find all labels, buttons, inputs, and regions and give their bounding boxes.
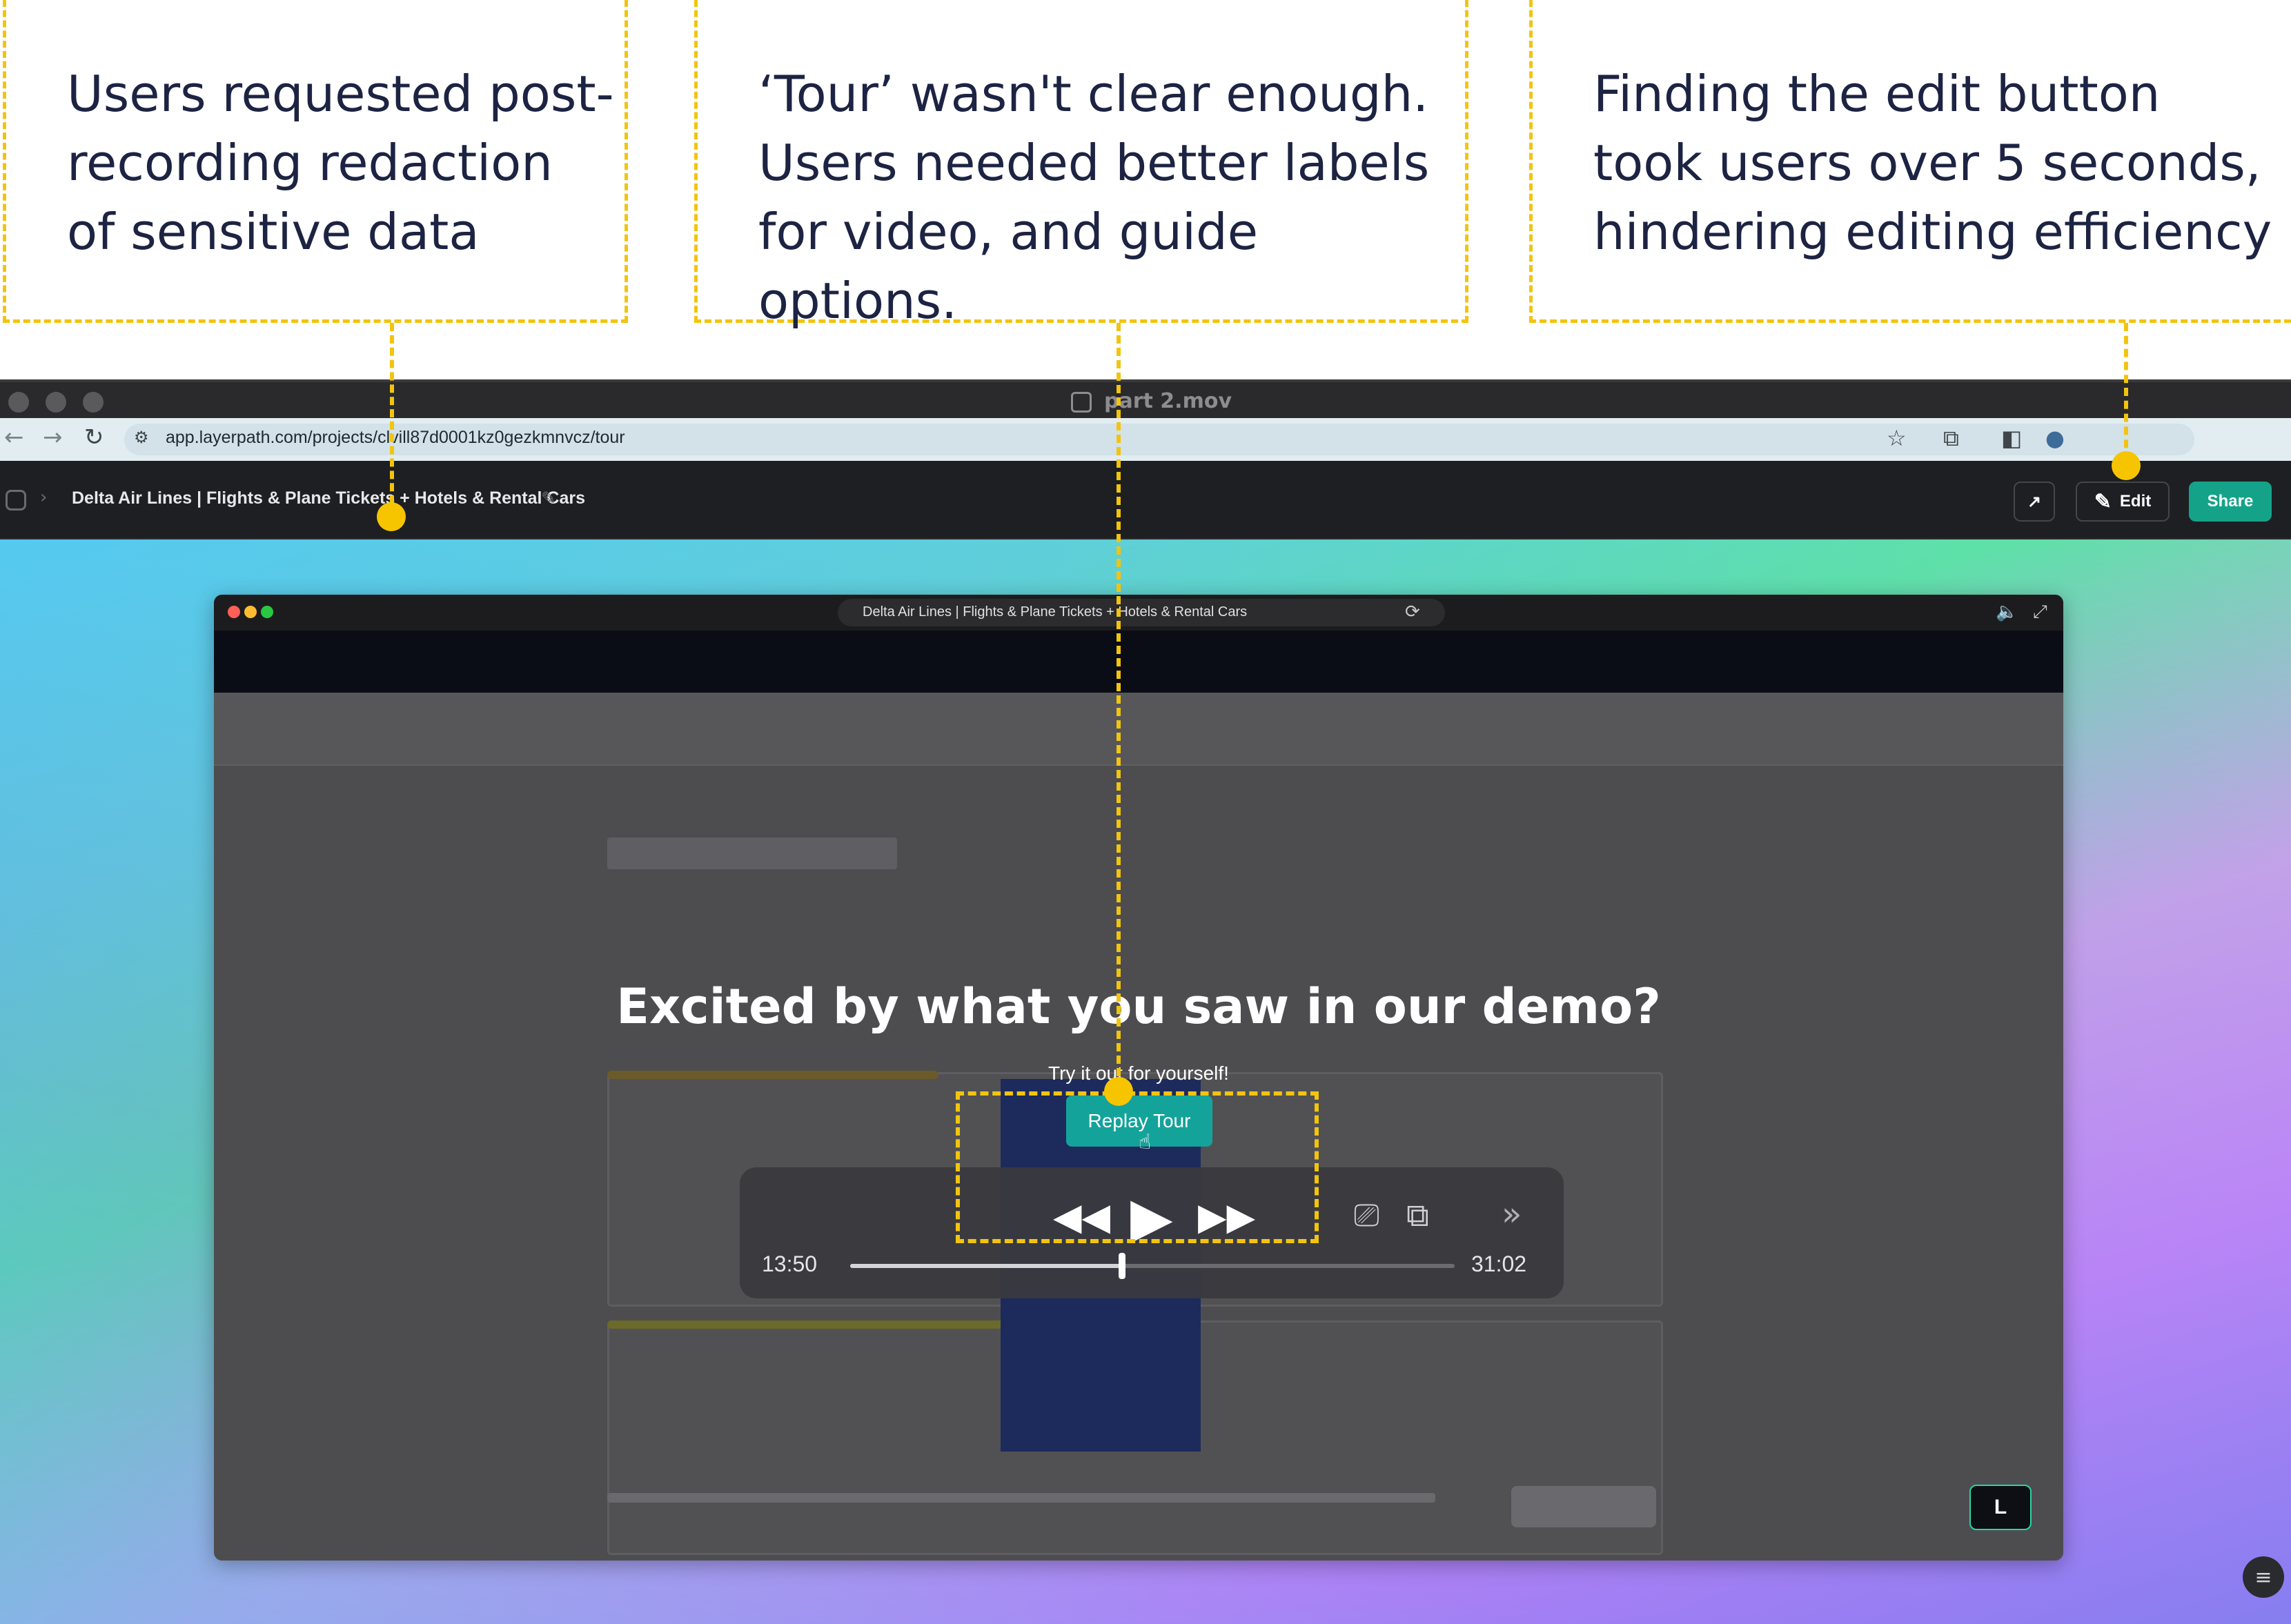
progress-thumb[interactable] <box>1119 1253 1126 1279</box>
file-icon <box>1071 392 1092 413</box>
expand-icon[interactable]: ⤢ <box>2033 602 2047 623</box>
blurred-footer-button <box>1511 1486 1656 1527</box>
annotation-marker-dot <box>377 502 406 531</box>
edit-icon: ✎ <box>2094 490 2112 513</box>
annotation-highlight-box <box>956 1091 1319 1243</box>
screen-recording: part 2.mov ← → ↻ ⚙ app.layerpath.com/pro… <box>0 379 2291 1624</box>
window-titlebar: part 2.mov <box>0 379 2291 418</box>
demo-end-subheading: Try it out for yourself! <box>1048 1062 1229 1084</box>
annotation-text: Finding the edit button took users over … <box>1593 65 2272 261</box>
pencil-icon[interactable]: ✎ <box>541 488 556 509</box>
progress-fill <box>850 1264 1123 1268</box>
close-dot <box>228 606 240 618</box>
annotation-callout-edit-button: Finding the edit button took users over … <box>1529 0 2291 323</box>
edit-button[interactable]: ✎ Edit <box>2076 482 2170 522</box>
chevron-right-icon: › <box>40 487 48 508</box>
blurred-strip <box>607 1320 1035 1329</box>
zoom-dot <box>261 606 273 618</box>
demo-tab-title: Delta Air Lines | Flights & Plane Ticket… <box>863 604 1248 620</box>
blurred-footer-row <box>607 1493 1435 1503</box>
share-button[interactable]: Share <box>2189 482 2272 522</box>
analytics-button[interactable]: ↗ <box>2014 482 2055 522</box>
pip-icon[interactable]: ⧉ <box>1406 1196 1429 1235</box>
progress-track[interactable] <box>850 1253 1455 1279</box>
app-header: › Delta Air Lines | Flights & Plane Tick… <box>0 461 2291 539</box>
home-icon[interactable] <box>6 490 26 511</box>
annotation-text: Users requested post- recording redactio… <box>67 65 614 261</box>
annotation-callout-tour-labels: ‘Tour’ wasn't clear enough. Users needed… <box>694 0 1468 330</box>
refresh-icon[interactable]: ⟳ <box>1405 602 1420 622</box>
demo-browser-toolbar: Delta Air Lines | Flights & Plane Ticket… <box>214 595 2063 631</box>
airplay-icon[interactable]: ⎚ <box>1354 1196 1379 1235</box>
forward-arrow-icon[interactable]: → <box>43 424 63 451</box>
star-icon[interactable]: ☆ <box>1887 425 1907 451</box>
annotation-marker-dot <box>1104 1077 1133 1106</box>
elapsed-time: 13:50 <box>762 1251 818 1276</box>
blurred-heading <box>607 838 897 869</box>
back-arrow-icon[interactable]: ← <box>4 424 24 451</box>
profile-icon[interactable]: ● <box>2045 425 2065 451</box>
annotation-marker-dot <box>2112 451 2141 480</box>
more-icon[interactable]: » <box>1502 1195 1522 1234</box>
analytics-icon: ↗ <box>2027 492 2042 511</box>
demo-end-heading: Excited by what you saw in our demo? <box>616 978 1661 1035</box>
project-title[interactable]: Delta Air Lines | Flights & Plane Ticket… <box>72 488 585 508</box>
annotation-callout-redaction: Users requested post- recording redactio… <box>3 0 628 323</box>
site-settings-icon[interactable]: ⚙ <box>134 428 149 447</box>
minimize-dot <box>244 606 257 618</box>
zoom-window-button[interactable] <box>83 392 104 413</box>
browser-toolbar: ← → ↻ ⚙ app.layerpath.com/projects/clvil… <box>0 418 2291 461</box>
demo-browser-frame: Delta Air Lines | Flights & Plane Ticket… <box>214 595 2063 1561</box>
annotation-text: ‘Tour’ wasn't clear enough. Users needed… <box>758 65 1430 330</box>
annotation-leader-line <box>390 323 394 516</box>
volume-icon[interactable]: 🔈 <box>1996 602 2018 622</box>
annotation-leader-line <box>1117 323 1121 1089</box>
edit-button-label: Edit <box>2119 492 2152 511</box>
window-title: part 2.mov <box>1104 389 1232 413</box>
layerpath-logo-badge[interactable]: L <box>1969 1485 2032 1530</box>
blurred-search-summary <box>214 693 2063 766</box>
annotation-leader-line <box>2124 323 2128 461</box>
sidebar-icon[interactable]: ◧ <box>2001 425 2022 451</box>
demo-canvas: Delta Air Lines | Flights & Plane Ticket… <box>0 539 2291 1624</box>
close-window-button[interactable] <box>8 392 29 413</box>
url-text[interactable]: app.layerpath.com/projects/clvill87d0001… <box>166 428 625 448</box>
extensions-icon[interactable]: ⧉ <box>1943 425 1959 452</box>
remaining-time: 31:02 <box>1471 1251 1527 1276</box>
minimize-window-button[interactable] <box>46 392 66 413</box>
reload-icon[interactable]: ↻ <box>84 424 104 451</box>
help-icon[interactable]: ≡ <box>2243 1556 2284 1598</box>
blurred-nav <box>214 631 2063 693</box>
